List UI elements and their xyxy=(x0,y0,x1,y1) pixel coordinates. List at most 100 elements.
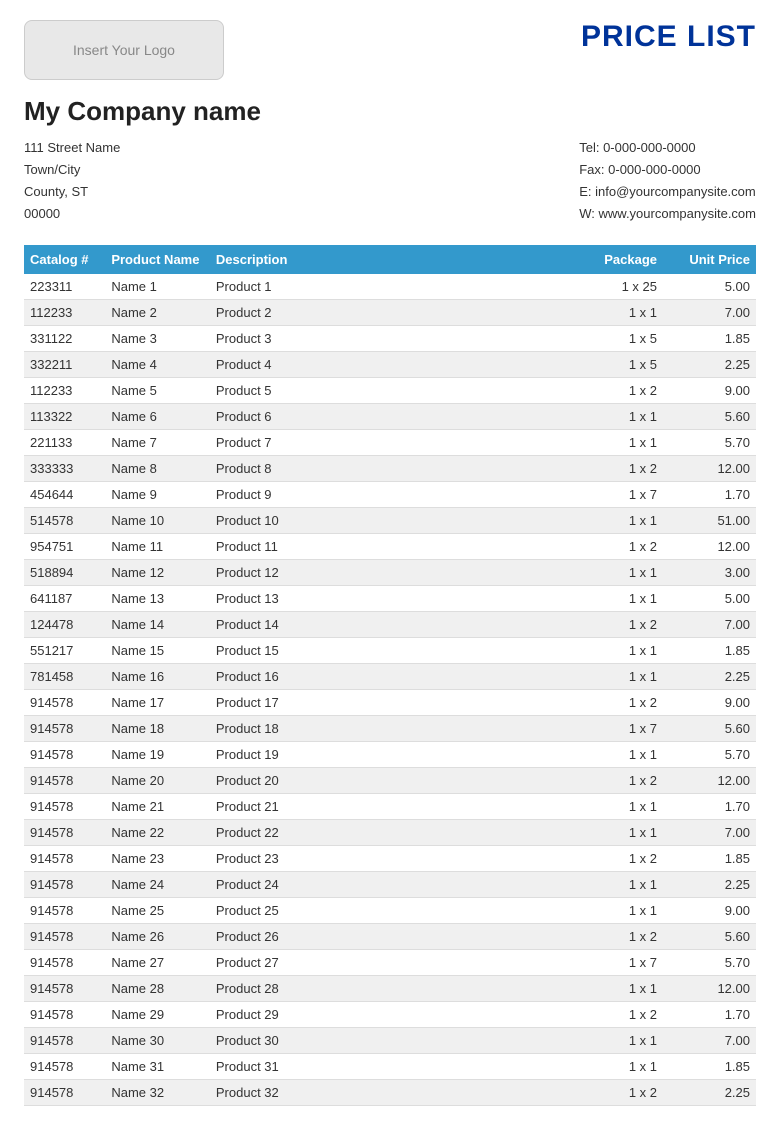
cell-catalog: 514578 xyxy=(24,508,105,534)
table-row: 954751 Name 11 Product 11 1 x 2 12.00 xyxy=(24,534,756,560)
fax: Fax: 0-000-000-0000 xyxy=(579,159,756,181)
table-row: 124478 Name 14 Product 14 1 x 2 7.00 xyxy=(24,612,756,638)
cell-name: Name 21 xyxy=(105,794,210,820)
cell-price: 2.25 xyxy=(663,872,756,898)
cell-name: Name 13 xyxy=(105,586,210,612)
cell-package: 1 x 1 xyxy=(570,742,663,768)
cell-name: Name 5 xyxy=(105,378,210,404)
table-row: 333333 Name 8 Product 8 1 x 2 12.00 xyxy=(24,456,756,482)
cell-description: Product 14 xyxy=(210,612,570,638)
cell-description: Product 13 xyxy=(210,586,570,612)
cell-price: 7.00 xyxy=(663,300,756,326)
cell-package: 1 x 1 xyxy=(570,430,663,456)
cell-description: Product 25 xyxy=(210,898,570,924)
cell-name: Name 7 xyxy=(105,430,210,456)
cell-price: 1.85 xyxy=(663,326,756,352)
cell-name: Name 9 xyxy=(105,482,210,508)
cell-description: Product 8 xyxy=(210,456,570,482)
table-row: 914578 Name 25 Product 25 1 x 1 9.00 xyxy=(24,898,756,924)
cell-price: 2.25 xyxy=(663,664,756,690)
cell-catalog: 454644 xyxy=(24,482,105,508)
table-row: 781458 Name 16 Product 16 1 x 1 2.25 xyxy=(24,664,756,690)
cell-name: Name 23 xyxy=(105,846,210,872)
price-list-table: Catalog # Product Name Description Packa… xyxy=(24,245,756,1106)
cell-price: 9.00 xyxy=(663,690,756,716)
cell-name: Name 24 xyxy=(105,872,210,898)
table-row: 914578 Name 19 Product 19 1 x 1 5.70 xyxy=(24,742,756,768)
address-line4: 00000 xyxy=(24,203,120,225)
cell-name: Name 3 xyxy=(105,326,210,352)
cell-name: Name 17 xyxy=(105,690,210,716)
table-row: 914578 Name 21 Product 21 1 x 1 1.70 xyxy=(24,794,756,820)
cell-package: 1 x 1 xyxy=(570,794,663,820)
cell-description: Product 22 xyxy=(210,820,570,846)
cell-catalog: 914578 xyxy=(24,716,105,742)
cell-catalog: 914578 xyxy=(24,924,105,950)
cell-price: 5.00 xyxy=(663,586,756,612)
cell-catalog: 113322 xyxy=(24,404,105,430)
cell-package: 1 x 5 xyxy=(570,326,663,352)
company-name: My Company name xyxy=(24,96,756,127)
cell-package: 1 x 1 xyxy=(570,664,663,690)
cell-package: 1 x 1 xyxy=(570,1054,663,1080)
cell-name: Name 12 xyxy=(105,560,210,586)
cell-description: Product 3 xyxy=(210,326,570,352)
cell-catalog: 124478 xyxy=(24,612,105,638)
cell-name: Name 2 xyxy=(105,300,210,326)
cell-price: 2.25 xyxy=(663,352,756,378)
page-title: PRICE LIST xyxy=(581,20,756,54)
cell-catalog: 914578 xyxy=(24,1002,105,1028)
cell-catalog: 914578 xyxy=(24,846,105,872)
cell-catalog: 914578 xyxy=(24,1028,105,1054)
cell-description: Product 1 xyxy=(210,274,570,300)
cell-package: 1 x 25 xyxy=(570,274,663,300)
address-contact-section: 111 Street Name Town/City County, ST 000… xyxy=(24,137,756,225)
cell-description: Product 29 xyxy=(210,1002,570,1028)
table-body: 223311 Name 1 Product 1 1 x 25 5.00 1122… xyxy=(24,274,756,1106)
address-line2: Town/City xyxy=(24,159,120,181)
table-row: 331122 Name 3 Product 3 1 x 5 1.85 xyxy=(24,326,756,352)
cell-name: Name 30 xyxy=(105,1028,210,1054)
cell-catalog: 223311 xyxy=(24,274,105,300)
cell-description: Product 12 xyxy=(210,560,570,586)
cell-catalog: 914578 xyxy=(24,820,105,846)
cell-price: 5.60 xyxy=(663,924,756,950)
cell-description: Product 27 xyxy=(210,950,570,976)
cell-description: Product 23 xyxy=(210,846,570,872)
cell-description: Product 26 xyxy=(210,924,570,950)
cell-price: 7.00 xyxy=(663,612,756,638)
cell-price: 1.85 xyxy=(663,1054,756,1080)
header-name: Product Name xyxy=(105,245,210,274)
cell-catalog: 518894 xyxy=(24,560,105,586)
cell-package: 1 x 1 xyxy=(570,586,663,612)
table-row: 454644 Name 9 Product 9 1 x 7 1.70 xyxy=(24,482,756,508)
cell-catalog: 914578 xyxy=(24,976,105,1002)
table-row: 914578 Name 29 Product 29 1 x 2 1.70 xyxy=(24,1002,756,1028)
cell-price: 3.00 xyxy=(663,560,756,586)
cell-package: 1 x 1 xyxy=(570,508,663,534)
logo-placeholder: Insert Your Logo xyxy=(24,20,224,80)
cell-price: 12.00 xyxy=(663,768,756,794)
cell-package: 1 x 2 xyxy=(570,612,663,638)
cell-price: 7.00 xyxy=(663,1028,756,1054)
table-row: 914578 Name 26 Product 26 1 x 2 5.60 xyxy=(24,924,756,950)
table-row: 914578 Name 20 Product 20 1 x 2 12.00 xyxy=(24,768,756,794)
cell-price: 5.60 xyxy=(663,716,756,742)
cell-package: 1 x 1 xyxy=(570,638,663,664)
cell-package: 1 x 2 xyxy=(570,846,663,872)
cell-package: 1 x 2 xyxy=(570,924,663,950)
contact-block: Tel: 0-000-000-0000 Fax: 0-000-000-0000 … xyxy=(579,137,756,225)
cell-price: 1.70 xyxy=(663,1002,756,1028)
cell-price: 9.00 xyxy=(663,378,756,404)
table-row: 914578 Name 31 Product 31 1 x 1 1.85 xyxy=(24,1054,756,1080)
cell-catalog: 914578 xyxy=(24,1054,105,1080)
table-header-row: Catalog # Product Name Description Packa… xyxy=(24,245,756,274)
page-header: Insert Your Logo PRICE LIST xyxy=(24,20,756,80)
cell-description: Product 31 xyxy=(210,1054,570,1080)
cell-catalog: 954751 xyxy=(24,534,105,560)
cell-catalog: 332211 xyxy=(24,352,105,378)
cell-name: Name 31 xyxy=(105,1054,210,1080)
cell-price: 1.85 xyxy=(663,638,756,664)
table-row: 514578 Name 10 Product 10 1 x 1 51.00 xyxy=(24,508,756,534)
cell-name: Name 20 xyxy=(105,768,210,794)
